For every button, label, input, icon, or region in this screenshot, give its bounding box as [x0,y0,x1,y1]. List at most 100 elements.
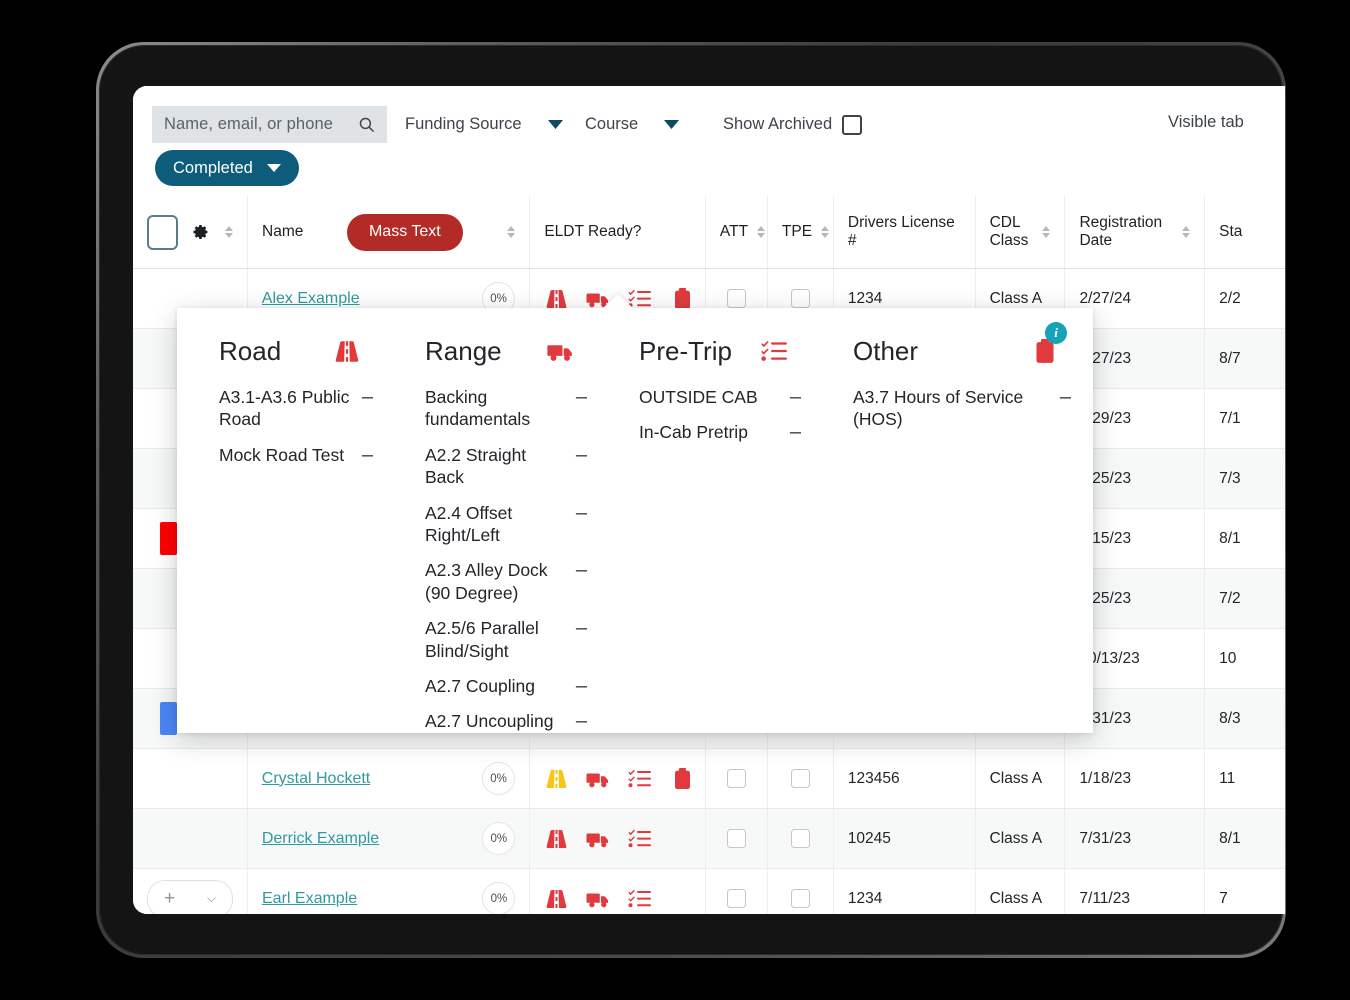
select-all-checkbox[interactable] [147,215,178,250]
checklist-icon[interactable] [628,768,653,790]
att-checkbox[interactable] [727,289,746,308]
sort-cdl-icon[interactable] [1041,226,1050,238]
popup-item-value: – [1060,386,1071,408]
mass-text-button[interactable]: Mass Text [347,214,463,251]
tpe-checkbox[interactable] [791,829,810,848]
student-name-link[interactable]: Crystal Hockett [262,770,370,788]
row-start-date-cell: 8/7 [1205,329,1285,388]
checklist-icon[interactable] [628,828,653,850]
row-start-date-cell: 8/1 [1205,809,1285,868]
tpe-checkbox[interactable] [791,889,810,908]
popup-item-label: Backing fundamentals [425,386,566,431]
chevron-down-icon [548,120,563,129]
tpe-checkbox[interactable] [791,289,810,308]
table-header-row: Name Mass Text ELDT Ready? ATT TPE [133,196,1285,269]
row-start-date-cell: 2/2 [1205,269,1285,328]
truck-icon[interactable] [586,768,611,790]
popup-list-item: A3.1-A3.6 Public Road – [219,386,373,431]
truck-icon[interactable] [586,888,611,910]
show-archived-toggle[interactable]: Show Archived [723,106,862,143]
popup-item-value: – [576,617,587,639]
gear-icon[interactable] [192,222,210,242]
road-icon [333,339,361,364]
row-start-date-cell: 10 [1205,629,1285,688]
truck-icon[interactable] [586,828,611,850]
row-cdl-class-cell: Class A [976,749,1066,808]
att-checkbox[interactable] [727,889,746,908]
visible-tab-label: Visible tab [1168,113,1244,132]
checklist-icon[interactable] [628,768,653,790]
popup-list-item: Backing fundamentals – [425,386,587,431]
header-name-cell: Name Mass Text [248,196,530,268]
filter-course[interactable]: Course [585,106,679,143]
table-row[interactable]: +⌵ Earl Example 0% 1234 Class A 7/11/23 … [133,869,1285,914]
clipboard-icon[interactable] [670,288,695,310]
checklist-icon[interactable] [628,828,653,850]
row-start-date-cell: 11 [1205,749,1285,808]
road-icon[interactable] [544,768,569,790]
truck-icon[interactable] [586,768,611,790]
row-select-cell[interactable] [133,749,248,808]
road-icon[interactable] [544,288,569,310]
clipboard-icon[interactable] [670,768,695,790]
popup-list-item: A2.7 Uncoupling – [425,710,587,732]
table-row[interactable]: Derrick Example 0% 10245 Class A 7/31/23… [133,809,1285,869]
progress-badge: 0% [482,822,515,855]
popup-column-header: Other [853,336,1071,367]
popup-item-value: – [576,502,587,524]
popup-column-header: Road [219,336,373,367]
sort-name-icon[interactable] [506,226,515,238]
filter-funding-source-label: Funding Source [405,115,522,134]
popup-caret [602,294,634,309]
popup-column-range: Range Backing fundamentals – A2.2 Straig… [395,336,609,733]
header-select-cell [133,196,248,268]
row-select-cell[interactable]: +⌵ [133,869,248,914]
clipboard-icon[interactable] [670,288,695,310]
student-name-link[interactable]: Earl Example [262,890,357,908]
road-icon[interactable] [544,888,569,910]
add-row-button[interactable]: +⌵ [147,880,233,915]
show-archived-checkbox[interactable] [842,115,862,135]
checklist-icon[interactable] [628,888,653,910]
road-icon[interactable] [544,288,569,310]
row-select-cell[interactable] [133,809,248,868]
road-icon[interactable] [544,828,569,850]
att-checkbox[interactable] [727,769,746,788]
truck-icon[interactable] [586,888,611,910]
road-icon[interactable] [544,768,569,790]
row-drivers-license-cell: 123456 [834,749,976,808]
search-icon [358,116,375,133]
header-att-cell: ATT [706,196,768,268]
table-row[interactable]: Crystal Hockett 0% 123456 Class A 1/18/2… [133,749,1285,809]
search-input[interactable]: Name, email, or phone [152,106,387,143]
sort-tpe-icon[interactable] [820,226,829,238]
student-name-link[interactable]: Alex Example [262,290,360,308]
road-icon[interactable] [333,339,361,364]
popup-list-item: A3.7 Hours of Service (HOS) – [853,386,1071,431]
student-name-link[interactable]: Derrick Example [262,830,379,848]
sort-select-icon[interactable] [224,226,233,238]
row-color-tag [160,702,177,735]
checklist-icon[interactable] [628,888,653,910]
clipboard-icon[interactable] [670,768,695,790]
popup-item-label: Mock Road Test [219,444,344,466]
status-filter-completed[interactable]: Completed [155,150,299,186]
tpe-checkbox[interactable] [791,769,810,788]
att-checkbox[interactable] [727,829,746,848]
filter-funding-source[interactable]: Funding Source [405,106,563,143]
sort-registration-icon[interactable] [1181,226,1190,238]
info-icon[interactable]: i [1045,322,1067,344]
truck-icon[interactable] [586,828,611,850]
checklist-icon[interactable] [761,339,789,364]
truck-icon[interactable] [547,339,575,364]
popup-item-value: – [576,444,587,466]
sort-att-icon[interactable] [756,226,765,238]
road-icon[interactable] [544,888,569,910]
toolbar: Name, email, or phone Funding Source Cou… [133,86,1285,196]
popup-item-label: A2.3 Alley Dock (90 Degree) [425,559,566,604]
chevron-down-icon [267,164,281,172]
popup-list-item: In-Cab Pretrip – [639,421,801,443]
popup-column-header: Pre-Trip [639,336,801,367]
row-color-tag [160,522,177,555]
road-icon[interactable] [544,828,569,850]
